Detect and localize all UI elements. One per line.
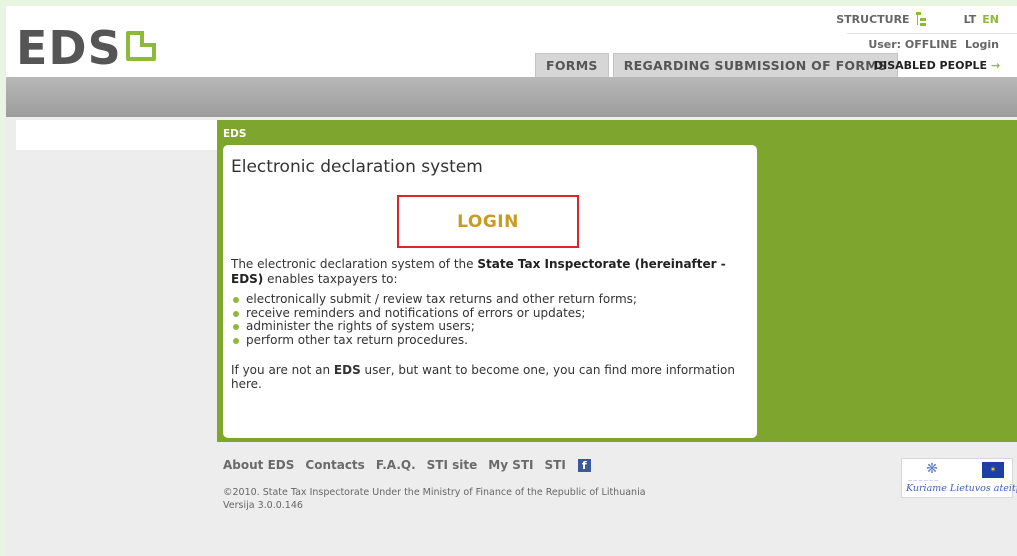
copyright: ©2010. State Tax Inspectorate Under the … bbox=[223, 486, 646, 512]
flower-icon: ❋ bbox=[926, 461, 938, 477]
footer-links: About EDS Contacts F.A.Q. STI site My ST… bbox=[223, 458, 602, 472]
list-item-text: receive reminders and notifications of e… bbox=[246, 305, 586, 320]
eu-slogan: Kuriame Lietuvos ateitį bbox=[906, 483, 1017, 494]
arrow-right-icon: → bbox=[991, 59, 1001, 72]
structure-link[interactable]: STRUCTURE bbox=[836, 13, 909, 26]
sti-facebook-label: STI bbox=[544, 458, 566, 472]
list-item-text: perform other tax return procedures. bbox=[246, 332, 468, 347]
user-status: User: OFFLINE bbox=[868, 38, 958, 51]
bullet-icon bbox=[233, 324, 239, 330]
copyright-text: ©2010. State Tax Inspectorate Under the … bbox=[223, 487, 646, 498]
sitemap-icon[interactable] bbox=[915, 12, 928, 26]
bullet-icon bbox=[233, 337, 239, 344]
login-link[interactable]: Login bbox=[965, 38, 999, 51]
intro-text-start: The electronic declaration system of the bbox=[231, 257, 478, 271]
tab-regarding-submission[interactable]: REGARDING SUBMISSION OF FORMS bbox=[612, 53, 899, 77]
list-item: perform other tax return procedures. bbox=[231, 332, 637, 348]
footer-link-my-sti[interactable]: My STI bbox=[488, 458, 533, 472]
eu-funding-logo[interactable]: ❋ ✶ — — — — — — Kuriame Lietuvos ateitį bbox=[901, 458, 1017, 498]
main-tabs: FORMS REGARDING SUBMISSION OF FORMS bbox=[535, 53, 902, 77]
footer-link-sti-facebook[interactable]: STI f bbox=[544, 458, 601, 472]
feature-list: electronically submit / review tax retur… bbox=[231, 292, 637, 348]
list-item: receive reminders and notifications of e… bbox=[231, 305, 637, 321]
logo-text: EDS bbox=[16, 21, 122, 75]
divider bbox=[847, 33, 1017, 34]
nav-bar bbox=[6, 77, 1017, 117]
version-text: Versija 3.0.0.146 bbox=[223, 500, 303, 511]
login-button[interactable]: LOGIN bbox=[397, 195, 579, 248]
footer-link-sti-site[interactable]: STI site bbox=[427, 458, 478, 472]
lang-en[interactable]: EN bbox=[982, 13, 999, 26]
become-user-text[interactable]: If you are not an EDS user, but want to … bbox=[231, 363, 751, 391]
list-item: electronically submit / review tax retur… bbox=[231, 292, 637, 307]
bullet-icon bbox=[233, 310, 239, 317]
footer-link-faq[interactable]: F.A.Q. bbox=[376, 458, 416, 472]
disabled-people-label: DISABLED PEOPLE bbox=[874, 59, 988, 72]
become-user-bold: EDS bbox=[333, 363, 361, 377]
header: EDS STRUCTURE LT EN User: OFFLINE Login … bbox=[6, 6, 1017, 83]
eds-logo[interactable]: EDS bbox=[16, 21, 181, 75]
footer-link-about[interactable]: About EDS bbox=[223, 458, 294, 472]
page-frame: EDS STRUCTURE LT EN User: OFFLINE Login … bbox=[6, 6, 1017, 556]
page-title: Electronic declaration system bbox=[231, 157, 483, 177]
list-item-text: electronically submit / review tax retur… bbox=[246, 292, 637, 306]
facebook-icon: f bbox=[577, 459, 591, 472]
list-item-text: administer the rights of system users; bbox=[246, 319, 475, 333]
bullet-icon bbox=[233, 297, 239, 303]
disabled-people-link[interactable]: DISABLED PEOPLE → bbox=[874, 59, 1000, 72]
main-content: EDS Electronic declaration system LOGIN … bbox=[217, 120, 1017, 442]
user-status-line: User: OFFLINE Login bbox=[868, 38, 999, 51]
tab-forms[interactable]: FORMS bbox=[535, 53, 609, 77]
document-icon bbox=[125, 31, 156, 61]
footer-link-contacts[interactable]: Contacts bbox=[305, 458, 364, 472]
top-links: STRUCTURE LT EN bbox=[836, 12, 999, 26]
section-label: EDS bbox=[223, 128, 247, 140]
become-user-start: If you are not an bbox=[231, 363, 334, 377]
eu-flag-icon: ✶ bbox=[982, 462, 1004, 478]
lang-lt[interactable]: LT bbox=[964, 13, 977, 26]
left-sidebar bbox=[16, 120, 218, 150]
intro-text: The electronic declaration system of the… bbox=[231, 257, 746, 287]
content-card: Electronic declaration system LOGIN The … bbox=[223, 145, 757, 438]
list-item: administer the rights of system users; bbox=[231, 319, 637, 334]
intro-text-end: enables taxpayers to: bbox=[263, 272, 398, 286]
